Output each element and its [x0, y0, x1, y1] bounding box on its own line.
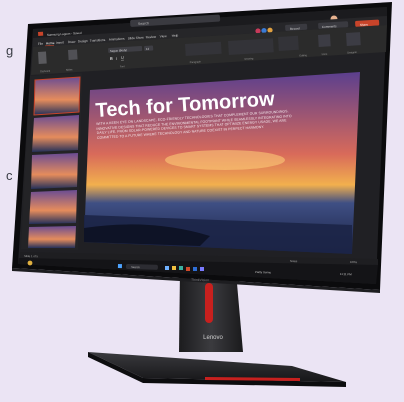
menu-item-help[interactable]: Help — [172, 33, 179, 37]
taskbar-clock: 11:11 PM — [340, 272, 352, 276]
collaborator-avatar — [255, 28, 261, 34]
ribbon-group-label: Designer — [347, 51, 357, 55]
ribbon-group-label: Drawing — [245, 57, 255, 61]
notes-button[interactable]: Notes — [290, 259, 298, 263]
taskbar-app-icon[interactable] — [193, 267, 197, 271]
designer-icon[interactable] — [346, 32, 361, 46]
menu-item-review[interactable]: Review — [146, 35, 157, 40]
taskbar-weather-text: Partly Sunny — [255, 270, 272, 274]
menu-item-insert[interactable]: Insert — [56, 40, 64, 44]
stand-red-slot — [205, 283, 213, 323]
zoom-level[interactable]: 100% — [350, 260, 358, 264]
slide-thumbnail-5[interactable] — [28, 226, 76, 248]
title-search-placeholder: Search — [138, 21, 149, 26]
slide-thumbnail-2[interactable] — [32, 115, 79, 152]
slide-thumbnail-3[interactable] — [31, 153, 78, 189]
menu-item-view[interactable]: View — [160, 34, 168, 38]
taskbar-app-icon[interactable] — [172, 266, 176, 270]
slide-thumbnail-4[interactable] — [29, 190, 77, 224]
menu-item-home[interactable]: Home — [46, 41, 55, 46]
slide-counter: Slide 1 of 5 — [24, 254, 39, 258]
monitor-photo: Lenovo Samsung Lagoon - Saved Search – ✕… — [12, 2, 392, 387]
taskbar-app-icon[interactable] — [165, 266, 169, 270]
collaborator-avatar — [267, 27, 273, 33]
weather-icon[interactable] — [27, 260, 33, 266]
ribbon-group-label: Editing — [299, 54, 307, 57]
ribbon-group-label: Voice — [321, 53, 328, 56]
taskbar-app-icon[interactable] — [186, 267, 190, 271]
collaborator-avatar — [261, 28, 267, 34]
menu-item-design[interactable]: Design — [78, 39, 88, 44]
taskbar-app-icon[interactable] — [179, 266, 183, 270]
bezel-logo: ThinkVision — [191, 278, 209, 282]
taskbar-search-placeholder: Search — [131, 265, 140, 269]
stand-logo: Lenovo — [203, 335, 223, 341]
taskbar-app-icon[interactable] — [200, 267, 204, 271]
underline-icon[interactable]: U — [121, 55, 124, 60]
paragraph-group — [185, 41, 222, 56]
menu-item-draw[interactable]: Draw — [68, 40, 76, 44]
ribbon-group-label: Font — [120, 65, 125, 68]
start-icon[interactable] — [117, 264, 122, 269]
paste-icon[interactable] — [38, 51, 47, 64]
new-slide-icon[interactable] — [68, 49, 78, 60]
ribbon-group-label: Slides — [66, 68, 73, 71]
dictate-icon[interactable] — [318, 34, 331, 47]
record-label: Record — [290, 26, 300, 31]
shapes-gallery[interactable] — [227, 38, 274, 55]
powerpoint-icon — [38, 31, 44, 36]
arrange-button[interactable] — [278, 35, 299, 51]
bold-icon[interactable]: B — [110, 56, 113, 61]
slide-thumbnail-1[interactable] — [33, 76, 81, 116]
menu-item-file[interactable]: File — [38, 42, 44, 46]
